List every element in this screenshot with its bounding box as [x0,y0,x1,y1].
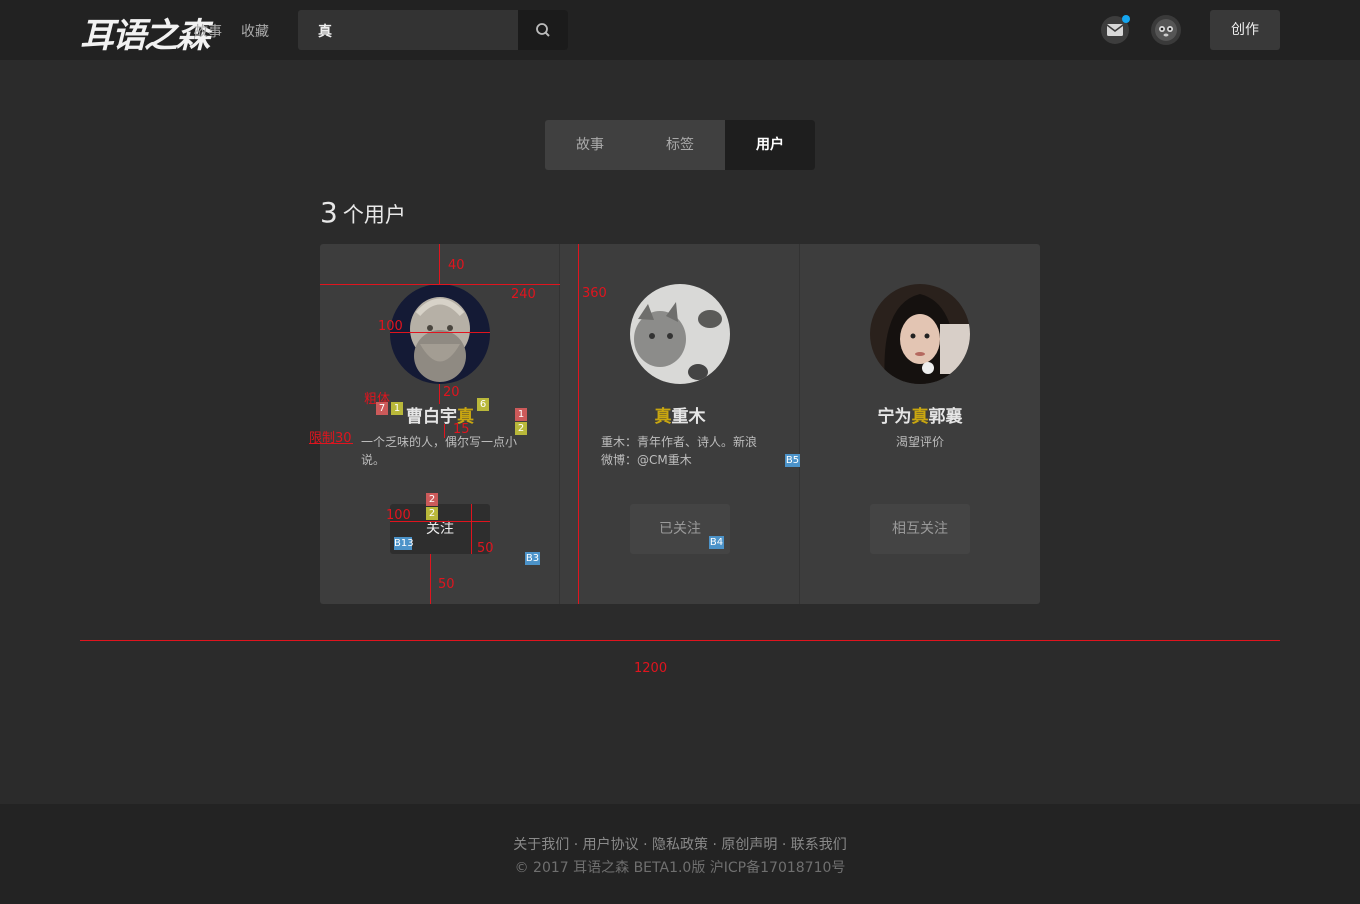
result-count-unit: 个用户 [342,203,406,227]
footer-link-privacy[interactable]: 隐私政策 [652,837,708,853]
annotation-label: 50 [477,541,494,556]
bio-line: 渴望评价 [895,435,944,449]
top-header: 耳语之森 故事 收藏 真 创作 [0,0,1360,60]
annotation-label: 360 [582,286,607,301]
annotation-marker: B3 [525,552,540,565]
footer-separator: · [643,837,648,853]
user-avatar[interactable] [1151,15,1181,45]
annotation-line [578,244,579,604]
annotation-line [439,244,440,284]
annotation-marker: B13 [394,537,414,550]
annotation-label: 100 [386,508,411,523]
annotation-label: 限制30 [309,431,352,446]
annotation-marker: B4 [709,536,724,549]
search-button[interactable] [518,10,568,50]
annotation-label: 15 [453,422,470,437]
annotation-label: 100 [378,319,403,334]
tab-tags[interactable]: 标签 [635,120,725,170]
annotation-marker: 2 [426,493,438,506]
user-name-highlight: 真 [911,407,929,427]
footer-links: 关于我们 · 用户协议 · 隐私政策 · 原创声明 · 联系我们 [0,834,1360,854]
copyright: © 2017 耳语之森 BETA1.0版 沪ICP备17018710号 [514,860,846,876]
annotation-label: 20 [443,385,460,400]
annotation-marker: 7 [376,402,388,415]
footer-separator: · [712,837,717,853]
nav-stories[interactable]: 故事 [194,21,222,41]
annotation-line [390,332,490,333]
user-avatar-3[interactable] [870,284,970,384]
result-count: 3 个用户 [320,196,406,229]
annotation-line [430,554,431,604]
search-input[interactable]: 真 [318,21,332,41]
user-name-2[interactable]: 真重木 [560,402,800,427]
user-avatar-2[interactable] [630,284,730,384]
annotation-label: 40 [448,258,465,273]
result-count-number: 3 [320,196,338,229]
tab-stories[interactable]: 故事 [545,120,635,170]
site-logo[interactable]: 耳语之森 [80,8,210,57]
user-name-text: 曹白宇 [406,407,457,427]
user-bio-1: 一个乏味的人，偶尔写一点小 说。 [361,433,531,469]
user-bio-3: 渴望评价 [800,433,1040,451]
tab-users[interactable]: 用户 [725,120,815,170]
footer-link-original[interactable]: 原创声明 [721,837,777,853]
annotation-marker: 1 [515,408,527,421]
site-footer: 关于我们 · 用户协议 · 隐私政策 · 原创声明 · 联系我们 © 2017 … [0,804,1360,904]
user-avatar-1[interactable] [390,284,490,384]
mutual-follow-button[interactable]: 相互关注 [870,504,970,554]
bio-line: 微博：@CM重木 [601,453,692,467]
annotation-marker: 2 [426,507,438,520]
user-name-highlight: 真 [654,407,672,427]
footer-separator: · [781,837,787,853]
annotation-line [471,504,472,554]
annotation-marker: 1 [391,402,403,415]
annotation-marker: B5 [785,454,800,467]
annotation-label: 1200 [634,661,668,676]
user-card-list: 曹白宇真 一个乏味的人，偶尔写一点小 说。 关注 真重木 重木：青年作者、诗人。… [320,244,1040,604]
search-type-tabs: 故事 标签 用户 [545,120,815,170]
bio-line: 一个乏味的人，偶尔写一点小 [361,435,518,449]
footer-link-agreement[interactable]: 用户协议 [583,837,639,853]
footer-link-contact[interactable]: 联系我们 [791,837,847,853]
footer-link-about[interactable]: 关于我们 [513,837,569,853]
annotation-line [439,384,440,404]
nav-favorites[interactable]: 收藏 [241,21,269,41]
annotation-line [80,640,1280,641]
annotation-label: 50 [438,577,455,592]
annotation-line [320,284,560,285]
user-name-3[interactable]: 宁为真郭襄 [800,402,1040,427]
annotation-line [444,424,445,438]
search-box: 真 [298,10,568,50]
notification-dot [1122,15,1130,23]
annotation-marker: 2 [515,422,527,435]
user-name-text: 宁为 [877,407,912,427]
annotation-label: 240 [511,287,536,302]
user-name-text: 重木 [671,407,706,427]
footer-separator: · [573,837,579,853]
bio-line: 重木：青年作者、诗人。新浪 [601,435,758,449]
search-icon [536,23,550,37]
create-button[interactable]: 创作 [1210,10,1280,50]
bio-line: 说。 [361,453,386,467]
annotation-marker: 6 [477,398,489,411]
user-name-text: 郭襄 [928,407,963,427]
user-bio-2: 重木：青年作者、诗人。新浪 微博：@CM重木 [601,433,771,469]
